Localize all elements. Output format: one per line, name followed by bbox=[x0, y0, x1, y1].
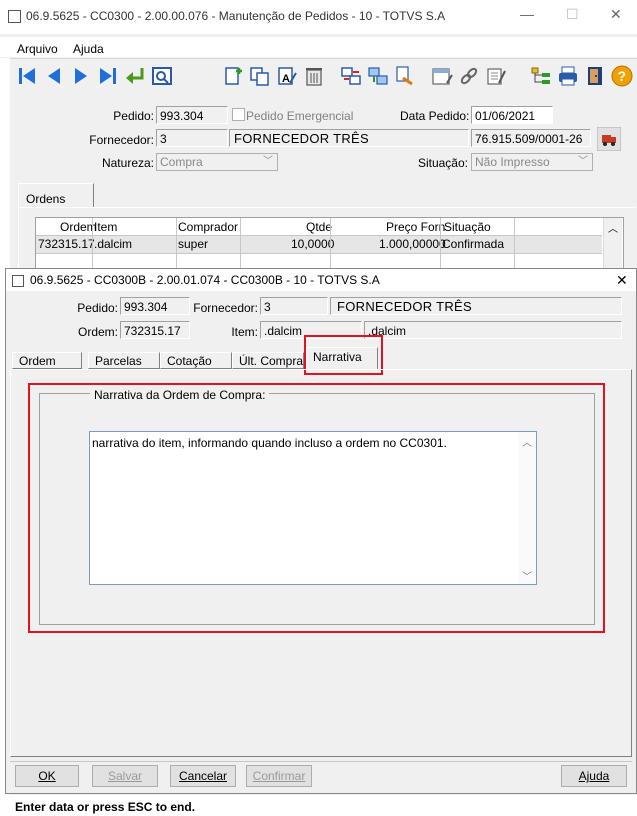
dialog-pedido-label: Pedido: bbox=[77, 301, 118, 315]
transfer-icon[interactable] bbox=[340, 65, 362, 87]
dialog-ordem-label: Ordem: bbox=[77, 325, 118, 339]
new-record-icon[interactable] bbox=[222, 65, 244, 87]
textarea-scrollbar[interactable]: ︿ ﹀ bbox=[518, 432, 536, 584]
notes-icon[interactable] bbox=[485, 65, 507, 87]
scroll-up-icon[interactable]: ︿ bbox=[608, 220, 618, 235]
pedido-field[interactable]: 993.304 bbox=[156, 106, 228, 124]
svg-text:?: ? bbox=[618, 68, 627, 84]
menu-arquivo[interactable]: Arquivo bbox=[17, 42, 58, 56]
link-icon[interactable] bbox=[458, 65, 480, 87]
scroll-down-icon[interactable]: ﹀ bbox=[522, 568, 532, 583]
copy-record-icon[interactable] bbox=[249, 65, 271, 87]
svg-text:A: A bbox=[282, 73, 290, 85]
column-header[interactable]: Comprador bbox=[178, 220, 238, 234]
help-icon[interactable]: ? bbox=[611, 65, 633, 87]
chevron-down-icon: ﹀ bbox=[578, 156, 588, 167]
menu-bar: Arquivo Ajuda bbox=[0, 37, 637, 57]
tab-parcelas[interactable]: Parcelas bbox=[88, 352, 160, 369]
delete-record-icon[interactable] bbox=[303, 65, 325, 87]
dialog-fornecedor-label: Fornecedor: bbox=[193, 301, 258, 315]
first-record-icon[interactable] bbox=[16, 65, 38, 87]
close-icon[interactable]: ✕ bbox=[610, 6, 622, 23]
truck-icon[interactable] bbox=[597, 127, 621, 151]
app-icon bbox=[12, 275, 24, 287]
column-header[interactable]: Qtde bbox=[306, 220, 332, 234]
main-titlebar: 06.9.5625 - CC0300 - 2.00.00.076 - Manut… bbox=[0, 0, 637, 34]
print-icon[interactable] bbox=[557, 65, 579, 87]
natureza-label: Natureza: bbox=[101, 156, 154, 170]
goto-icon[interactable] bbox=[124, 65, 146, 87]
scroll-up-icon[interactable]: ︿ bbox=[522, 434, 532, 449]
situacao-label: Situação: bbox=[417, 156, 468, 170]
chevron-down-icon: ﹀ bbox=[263, 156, 273, 167]
dialog-pedido-field: 993.304 bbox=[120, 297, 190, 315]
confirmar-button[interactable]: Confirmar bbox=[246, 765, 312, 787]
document-arrow-icon[interactable] bbox=[394, 65, 416, 87]
situacao-select[interactable]: Não Impresso ﹀ bbox=[471, 153, 593, 171]
exit-icon[interactable] bbox=[584, 65, 606, 87]
main-window-title: 06.9.5625 - CC0300 - 2.00.00.076 - Manut… bbox=[26, 9, 446, 23]
column-header[interactable]: Situação bbox=[444, 220, 491, 234]
fornecedor-label: Fornecedor: bbox=[89, 133, 154, 147]
narrative-textarea[interactable]: narrativa do item, informando quando inc… bbox=[89, 431, 537, 585]
tab-cotacao[interactable]: Cotação bbox=[160, 352, 232, 369]
dialog-window: 06.9.5625 - CC0300B - 2.00.01.074 - CC03… bbox=[5, 268, 637, 794]
data-pedido-field[interactable]: 01/06/2021 bbox=[471, 106, 553, 124]
dialog-fornecedor-code: 3 bbox=[260, 297, 328, 315]
next-record-icon[interactable] bbox=[70, 65, 92, 87]
network-icon[interactable] bbox=[367, 65, 389, 87]
data-pedido-label: Data Pedido: bbox=[400, 109, 470, 123]
menu-ajuda[interactable]: Ajuda bbox=[73, 42, 104, 56]
column-header[interactable]: Preço Forn bbox=[386, 220, 445, 234]
fornecedor-cnpj-field: 76.915.509/0001-26 bbox=[471, 129, 591, 147]
tab-ordens[interactable]: Ordens bbox=[18, 183, 94, 208]
fornecedor-name-field: FORNECEDOR TRÊS bbox=[229, 129, 469, 147]
previous-record-icon[interactable] bbox=[43, 65, 65, 87]
tree-icon[interactable] bbox=[530, 65, 552, 87]
close-icon[interactable]: ✕ bbox=[616, 272, 628, 289]
ajuda-button[interactable]: Ajuda bbox=[561, 765, 627, 787]
main-toolbar: A ? bbox=[10, 58, 637, 96]
minimize-icon[interactable]: — bbox=[520, 6, 534, 22]
fornecedor-code-field[interactable]: 3 bbox=[156, 129, 228, 147]
search-icon[interactable] bbox=[151, 65, 173, 87]
last-record-icon[interactable] bbox=[97, 65, 119, 87]
cancelar-button[interactable]: Cancelar bbox=[170, 765, 236, 787]
dialog-title: 06.9.5625 - CC0300B - 2.00.01.074 - CC03… bbox=[30, 273, 380, 287]
dialog-ordem-field: 732315.17 bbox=[120, 321, 190, 339]
app-icon bbox=[8, 10, 21, 23]
maximize-icon[interactable]: ☐ bbox=[566, 6, 579, 23]
narrative-group-title: Narrativa da Ordem de Compra: bbox=[90, 388, 270, 402]
table-row[interactable]: 732315.17 .dalcim super 10,0000 1.000,00… bbox=[36, 235, 602, 254]
dialog-titlebar: 06.9.5625 - CC0300B - 2.00.01.074 - CC03… bbox=[6, 269, 636, 291]
dialog-item-desc: .dalcim bbox=[364, 321, 622, 339]
emergencial-checkbox[interactable] bbox=[232, 108, 245, 121]
edit-record-icon[interactable]: A bbox=[276, 65, 298, 87]
pedido-label: Pedido: bbox=[113, 109, 154, 123]
salvar-button[interactable]: Salvar bbox=[92, 765, 158, 787]
calendar-icon[interactable] bbox=[431, 65, 453, 87]
column-header[interactable]: Item bbox=[94, 220, 117, 234]
emergencial-label: Pedido Emergencial bbox=[246, 109, 354, 123]
ok-button[interactable]: OK bbox=[15, 765, 79, 787]
status-bar: Enter data or press ESC to end. bbox=[0, 795, 637, 816]
tab-ult-compra[interactable]: Últ. Compra bbox=[232, 352, 304, 369]
natureza-select[interactable]: Compra ﹀ bbox=[156, 153, 278, 171]
tab-ordem[interactable]: Ordem bbox=[12, 352, 82, 369]
dialog-fornecedor-name: FORNECEDOR TRÊS bbox=[330, 297, 622, 315]
dialog-item-label: Item: bbox=[231, 325, 258, 339]
